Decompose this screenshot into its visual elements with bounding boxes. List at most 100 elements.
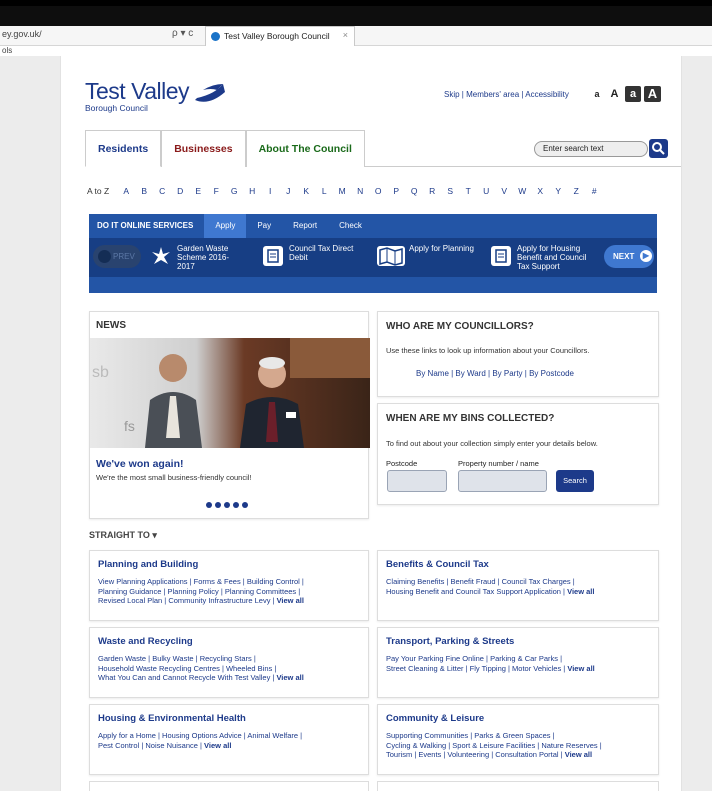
az-letter[interactable]: I	[261, 186, 279, 196]
section-link-line[interactable]: Pest Control | Noise Nuisance |	[98, 741, 204, 750]
section-link-line[interactable]: Tourism | Events | Volunteering | Consul…	[386, 750, 565, 759]
section-link-line[interactable]: What You Can and Cannot Recycle With Tes…	[98, 673, 276, 682]
search-input[interactable]: Enter search text	[534, 141, 648, 157]
text-size-contrast-small[interactable]: a	[625, 86, 641, 102]
prev-button[interactable]: PREV	[93, 245, 141, 268]
az-letter[interactable]: Q	[405, 186, 423, 196]
section-planning: Planning and Building View Planning Appl…	[89, 550, 369, 621]
councillor-links[interactable]: By Name | By Ward | By Party | By Postco…	[416, 369, 574, 378]
tab-residents[interactable]: Residents	[85, 130, 162, 167]
service-council-tax-debit[interactable]: Council Tax Direct Debit	[263, 244, 373, 273]
carousel-dot[interactable]	[233, 502, 239, 508]
section-link-line[interactable]: Claiming Benefits | Benefit Fraud | Coun…	[386, 577, 652, 587]
az-letter[interactable]: #	[585, 186, 603, 196]
az-letter[interactable]: L	[315, 186, 333, 196]
az-letter[interactable]: V	[495, 186, 513, 196]
text-size-medium[interactable]: A	[607, 86, 622, 102]
view-all-link[interactable]: View all	[277, 596, 304, 605]
az-letter[interactable]: N	[351, 186, 369, 196]
news-card: NEWS sb fs We've won again! We're the mo…	[89, 311, 370, 519]
az-letter[interactable]: S	[441, 186, 459, 196]
site-logo[interactable]: Test Valley Borough Council	[85, 78, 225, 113]
carousel-dot[interactable]	[215, 502, 221, 508]
az-letter[interactable]: K	[297, 186, 315, 196]
section-link-line[interactable]: View Planning Applications | Forms & Fee…	[98, 577, 362, 587]
section-waste: Waste and Recycling Garden Waste | Bulky…	[89, 627, 369, 698]
tab-apply[interactable]: Apply	[204, 214, 247, 238]
az-letter[interactable]: T	[459, 186, 477, 196]
straight-to-toggle[interactable]: STRAIGHT TO ▾	[89, 530, 157, 541]
postcode-input[interactable]	[387, 470, 447, 492]
close-tab-icon[interactable]: ×	[343, 30, 348, 40]
service-label-line: Council Tax Direct	[289, 244, 354, 253]
news-photo[interactable]: sb fs	[90, 338, 370, 448]
az-letter[interactable]: J	[279, 186, 297, 196]
search-refresh-icon[interactable]: ρ ▾ c	[172, 28, 193, 39]
az-letter[interactable]: H	[243, 186, 261, 196]
section-transport: Transport, Parking & Streets Pay Your Pa…	[377, 627, 659, 698]
main-nav: Residents Businesses About The Council	[85, 130, 365, 167]
text-size-small[interactable]: a	[590, 86, 604, 102]
service-garden-waste[interactable]: Garden Waste Scheme 2016- 2017	[151, 244, 251, 273]
section-title[interactable]: Transport, Parking & Streets	[386, 636, 514, 647]
tab-pay[interactable]: Pay	[246, 214, 282, 238]
tab-about-council[interactable]: About The Council	[245, 130, 365, 167]
az-letter[interactable]: Y	[549, 186, 567, 196]
section-link-line[interactable]: Garden Waste | Bulky Waste | Recycling S…	[98, 654, 362, 664]
az-letter[interactable]: O	[369, 186, 387, 196]
top-links[interactable]: Skip | Members' area | Accessibility	[444, 90, 569, 99]
bins-search-button[interactable]: Search	[556, 470, 594, 492]
a-to-z-label[interactable]: A to Z	[87, 186, 109, 196]
tab-businesses[interactable]: Businesses	[161, 130, 246, 167]
section-title[interactable]: Housing & Environmental Health	[98, 713, 246, 724]
service-apply-planning[interactable]: Apply for Planning	[377, 244, 487, 273]
az-letter[interactable]: W	[513, 186, 531, 196]
carousel-dot[interactable]	[206, 502, 212, 508]
view-all-link[interactable]: View all	[567, 664, 594, 673]
az-letter[interactable]: P	[387, 186, 405, 196]
section-title[interactable]: Planning and Building	[98, 559, 198, 570]
az-letter[interactable]: R	[423, 186, 441, 196]
view-all-link[interactable]: View all	[565, 750, 592, 759]
tab-report[interactable]: Report	[282, 214, 328, 238]
az-letter[interactable]: D	[171, 186, 189, 196]
section-link-line[interactable]: Apply for a Home | Housing Options Advic…	[98, 731, 362, 741]
text-size-contrast-large[interactable]: A	[644, 86, 661, 102]
view-all-link[interactable]: View all	[276, 673, 303, 682]
browser-tab[interactable]: Test Valley Borough Council ×	[205, 26, 355, 46]
az-letter[interactable]: Z	[567, 186, 585, 196]
az-letter[interactable]: B	[135, 186, 153, 196]
section-link-line[interactable]: Pay Your Parking Fine Online | Parking &…	[386, 654, 652, 664]
section-link-line[interactable]: Street Cleaning & Litter | Fly Tipping |…	[386, 664, 567, 673]
news-title[interactable]: We've won again!	[96, 458, 184, 470]
view-all-link[interactable]: View all	[204, 741, 231, 750]
section-link-line[interactable]: Revised Local Plan | Community Infrastru…	[98, 596, 277, 605]
az-letter[interactable]: C	[153, 186, 171, 196]
section-link-line[interactable]: Planning Guidance | Planning Policy | Pl…	[98, 587, 362, 597]
az-letter[interactable]: A	[117, 186, 135, 196]
az-letter[interactable]: G	[225, 186, 243, 196]
az-letter[interactable]: M	[333, 186, 351, 196]
section-title[interactable]: Benefits & Council Tax	[386, 559, 489, 570]
tools-menu[interactable]: ols	[2, 46, 12, 55]
carousel-dot[interactable]	[224, 502, 230, 508]
section-link-line[interactable]: Household Waste Recycling Centres | Whee…	[98, 664, 362, 674]
next-button[interactable]: NEXT ▶	[604, 245, 654, 268]
az-letter[interactable]: X	[531, 186, 549, 196]
section-title[interactable]: Community & Leisure	[386, 713, 484, 724]
section-link-line[interactable]: Housing Benefit and Council Tax Support …	[386, 587, 567, 596]
service-housing-benefit[interactable]: Apply for Housing Benefit and Council Ta…	[491, 244, 601, 273]
property-input[interactable]	[458, 470, 547, 492]
section-link-line[interactable]: Supporting Communities | Parks & Green S…	[386, 731, 652, 741]
az-letter[interactable]: E	[189, 186, 207, 196]
search-button[interactable]	[649, 139, 668, 158]
service-label-line: 2017	[177, 262, 195, 271]
carousel-dot[interactable]	[242, 502, 248, 508]
section-link-line[interactable]: Cycling & Walking | Sport & Leisure Faci…	[386, 741, 652, 751]
url-text[interactable]: ey.gov.uk/	[2, 29, 42, 39]
az-letter[interactable]: F	[207, 186, 225, 196]
tab-check[interactable]: Check	[328, 214, 373, 238]
section-title[interactable]: Waste and Recycling	[98, 636, 193, 647]
az-letter[interactable]: U	[477, 186, 495, 196]
view-all-link[interactable]: View all	[567, 587, 594, 596]
